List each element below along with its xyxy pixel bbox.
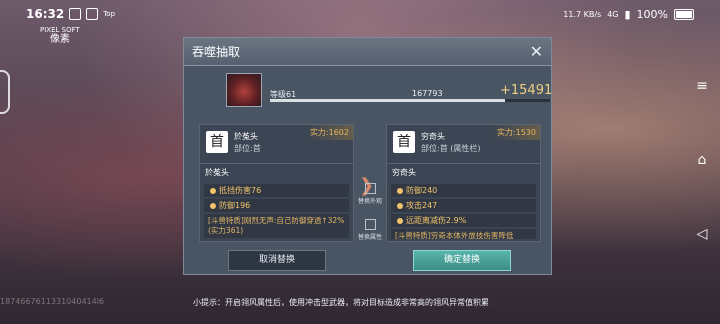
new-item-power: 实力:1530 [492, 125, 540, 140]
absorb-extract-dialog: 吞噬抽取 ✕ 等级61 167793 +15491 首 於菟头 部位:首 实力:… [183, 37, 552, 275]
replace-look-label: 替换外观 [357, 198, 382, 205]
current-item-power: 实力:1602 [305, 125, 353, 140]
current-item-header: 首 於菟头 部位:首 实力:1602 [200, 125, 353, 164]
current-item-part: 部位:首 [234, 144, 261, 153]
dialog-titlebar: 吞噬抽取 ✕ [184, 38, 551, 66]
app-label: Top [103, 10, 116, 18]
attr-bullet-icon [397, 217, 403, 224]
new-item-attr: 攻击247 [391, 199, 536, 212]
attr-text: 攻击247 [406, 201, 438, 210]
level-info: 等级61 167793 +15491 [226, 73, 553, 107]
new-item-panel: 首 穷奇头 部位:首 (属性栏) 实力:1530 穷奇头 防御240 攻击247… [386, 124, 541, 242]
attr-text: 防御196 [219, 201, 251, 210]
current-item-name: 於菟头 [234, 132, 258, 141]
hint-text: 小提示：开启翎风属性后，使用冲击型武器，将对目标造成非常高的翎风异常值积累 [193, 298, 489, 307]
new-item-trait: [斗兽特质]穷奇本体外放技伤害降低 [391, 229, 536, 239]
attr-text: 抵挡伤害76 [219, 186, 262, 195]
watermark-line2: 像素 [49, 34, 70, 45]
status-bar: 16:32 Top 11.7 KB/s 4G ▮ 100% [0, 0, 720, 28]
close-icon[interactable]: ✕ [530, 43, 543, 60]
level-value: 167793 [412, 89, 443, 98]
attr-bullet-icon [210, 187, 216, 194]
replace-attr-checkbox[interactable] [364, 219, 376, 230]
battery-percent: 100% [636, 7, 668, 21]
user-id: 1874667611331040414l6 [0, 297, 105, 306]
level-progress-bar [270, 99, 550, 102]
new-item-attr: 防御240 [391, 184, 536, 197]
home-icon[interactable]: ⌂ [694, 152, 710, 168]
dialog-title: 吞噬抽取 [192, 45, 241, 59]
current-item-attr: 抵挡伤害76 [204, 184, 349, 197]
attr-text: 远距离减伤2.9% [406, 216, 467, 225]
new-item-name: 穷奇头 [421, 132, 445, 141]
net-speed: 11.7 KB/s [563, 9, 602, 19]
attr-bullet-icon [397, 202, 403, 209]
new-item-attr: 远距离减伤2.9% [391, 214, 536, 227]
attr-text: 防御240 [406, 186, 438, 195]
app-notification-icon [86, 8, 99, 20]
back-icon[interactable]: ◁ [694, 226, 710, 242]
status-time: 16:32 [26, 7, 65, 21]
level-gain: +15491 [500, 83, 553, 98]
replace-attr-label: 替换属性 [357, 234, 382, 241]
current-item-subtitle: 於菟头 [205, 168, 229, 177]
signal-icon: ▮ [624, 7, 631, 21]
level-progress-fill [270, 99, 506, 102]
head-armor-icon[interactable]: 首 [206, 131, 228, 153]
new-item-subtitle: 穷奇头 [392, 168, 416, 177]
replace-look-option[interactable]: 替换外观 [355, 183, 385, 205]
head-armor-icon[interactable]: 首 [393, 131, 415, 153]
replace-attr-option[interactable]: 替换属性 [355, 219, 385, 241]
new-item-part: 部位:首 (属性栏) [421, 144, 481, 153]
cancel-replace-button[interactable]: 取消替换 [228, 250, 326, 271]
current-item-trait: [斗兽特质]刚烈无声:自己防御穿透↑32%(实力361) [204, 214, 349, 238]
attr-bullet-icon [397, 187, 403, 194]
new-item-header: 首 穷奇头 部位:首 (属性栏) 实力:1530 [387, 125, 540, 164]
system-nav-bar: ≡ ⌂ ◁ [686, 0, 720, 324]
replace-look-checkbox[interactable] [364, 183, 376, 194]
recent-apps-icon[interactable]: ≡ [694, 78, 710, 94]
side-handle[interactable] [0, 70, 10, 114]
beast-head-icon[interactable] [226, 73, 262, 107]
attr-bullet-icon [210, 202, 216, 209]
network-type: 4G [607, 9, 619, 19]
current-item-attr: 防御196 [204, 199, 349, 212]
confirm-replace-button[interactable]: 确定替换 [413, 250, 511, 271]
watermark-logo: PIXEL SOFT 像素 [40, 26, 80, 45]
current-item-panel: 首 於菟头 部位:首 实力:1602 於菟头 抵挡伤害76 防御196 [斗兽特… [199, 124, 354, 242]
app-notification-icon [69, 8, 82, 20]
